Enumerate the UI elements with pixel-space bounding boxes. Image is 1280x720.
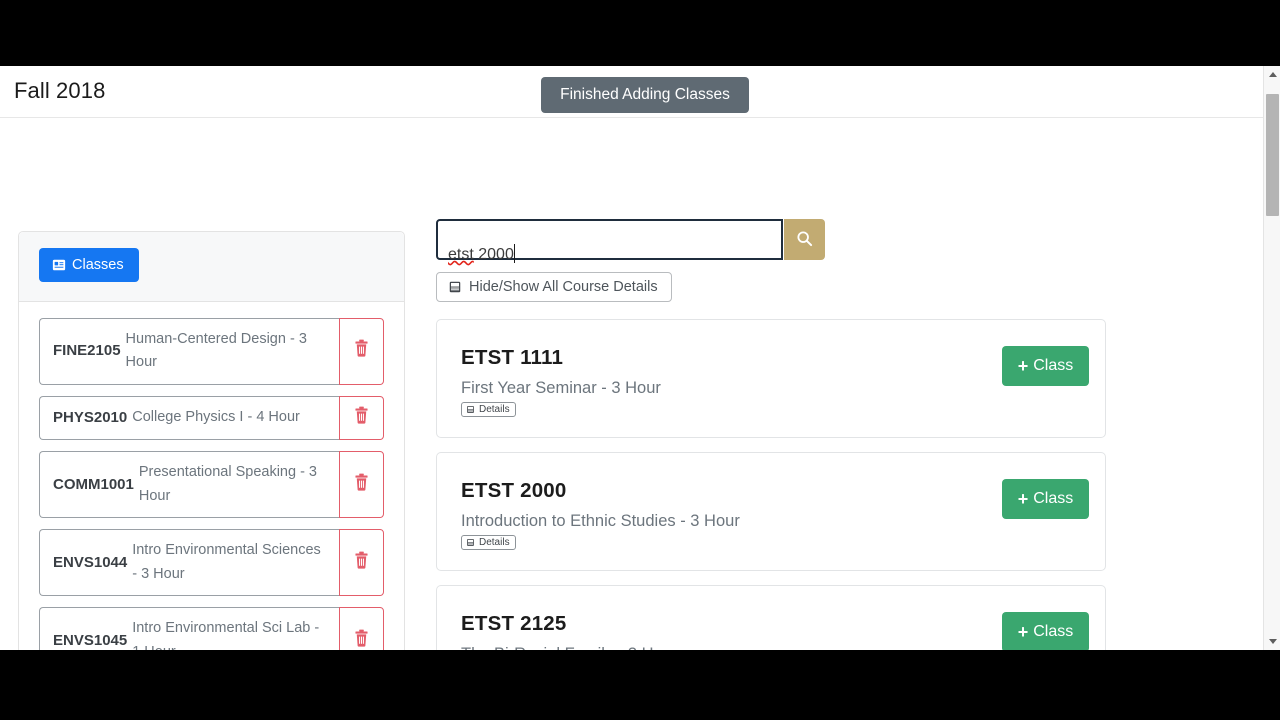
book-icon — [466, 538, 475, 547]
plus-icon: + — [1017, 622, 1029, 642]
delete-class-button[interactable] — [339, 451, 384, 519]
trash-icon — [353, 551, 370, 575]
app-header: Fall 2018 Finished Adding Classes — [0, 66, 1263, 118]
plus-icon: + — [1017, 489, 1029, 509]
enrolled-class-code: ENVS1044 — [53, 553, 128, 571]
book-icon — [448, 280, 462, 294]
enrolled-class-list: FINE2105 Human-Centered Design - 3 Hour PH… — [19, 302, 404, 650]
id-card-icon — [52, 258, 66, 272]
enrolled-class-code: FINE2105 — [53, 342, 121, 360]
add-class-label: Class — [1033, 623, 1074, 640]
course-details-button[interactable]: Details — [461, 402, 516, 417]
enrolled-class-title: Presentational Speaking - 3 Hour — [138, 464, 318, 504]
delete-class-button[interactable] — [339, 607, 384, 650]
add-class-button[interactable]: + Class — [1002, 346, 1089, 386]
panel-header: Classes — [19, 232, 404, 302]
delete-class-button[interactable] — [339, 395, 384, 441]
enrolled-class-title: College Physics I - 4 Hour — [132, 409, 300, 426]
search-input[interactable] — [436, 219, 783, 260]
add-class-label: Class — [1033, 357, 1074, 374]
enrolled-class-code: PHYS2010 — [53, 408, 128, 426]
trash-icon — [353, 629, 370, 650]
search-icon — [796, 230, 813, 250]
add-class-button[interactable]: + Class — [1002, 612, 1089, 650]
enrolled-class-code: ENVS1045 — [53, 631, 128, 649]
search-button[interactable] — [784, 219, 825, 260]
enrolled-class-title: Intro Environmental Sci Lab - 1 Hour — [132, 620, 320, 650]
enrolled-class-info: ENVS1044 Intro Environmental Sciences - 3… — [39, 529, 339, 597]
list-item: PHYS2010 College Physics I - 4 Hour — [39, 395, 384, 441]
list-item: FINE2105 Human-Centered Design - 3 Hour — [39, 318, 384, 385]
enrolled-class-title: Intro Environmental Sciences - 3 Hour — [132, 542, 321, 582]
trash-icon — [353, 473, 370, 497]
hide-show-label: Hide/Show All Course Details — [469, 279, 658, 295]
screen-root: Fall 2018 Finished Adding Classes Classe… — [0, 0, 1280, 720]
scrollbar-down-button[interactable] — [1264, 633, 1280, 650]
course-result-card: ETST 2125The Bi-Racial Family - 3 HourDe… — [436, 585, 1106, 650]
course-result-card: ETST 2000 Introduction to Ethnic Studies … — [436, 452, 1106, 571]
list-item: ENVS1045Intro Environmental Sci Lab - 1 … — [39, 607, 384, 650]
course-search-bar — [436, 219, 827, 260]
course-details-button[interactable]: Details — [461, 535, 516, 550]
list-item: COMM1001 Presentational Speaking - 3 Hour — [39, 451, 384, 519]
sidebar-item-classes[interactable]: Classes — [39, 248, 139, 282]
enrolled-class-code: COMM1001 — [53, 475, 134, 493]
add-class-button[interactable]: + Class — [1002, 479, 1089, 519]
finished-adding-classes-button[interactable]: Finished Adding Classes — [541, 77, 749, 113]
course-result-card: ETST 1111 First Year Seminar - 3 Hour Deta… — [436, 319, 1106, 438]
course-details-label: Details — [479, 404, 510, 415]
enrolled-class-info: FINE2105 Human-Centered Design - 3 Hour — [39, 318, 339, 385]
page-scrollbar[interactable] — [1263, 66, 1280, 650]
search-and-results-column: Hide/Show All Course Details ETST 1111 Fi… — [436, 219, 1108, 650]
enrolled-classes-panel: Classes FINE2105 Human-Centered Design - … — [18, 231, 405, 650]
add-class-label: Class — [1033, 490, 1074, 507]
sidebar-item-label: Classes — [72, 257, 124, 273]
enrolled-class-info: COMM1001 Presentational Speaking - 3 Hour — [39, 451, 339, 519]
hide-show-course-details-button[interactable]: Hide/Show All Course Details — [436, 272, 672, 302]
enrolled-class-title: Human-Centered Design - 3 Hour — [125, 331, 307, 371]
course-results-list: ETST 1111 First Year Seminar - 3 Hour Deta… — [436, 319, 1108, 650]
page-title: Fall 2018 — [14, 78, 106, 103]
book-icon — [466, 405, 475, 414]
delete-class-button[interactable] — [339, 529, 384, 597]
course-details-label: Details — [479, 537, 510, 548]
letterbox-bottom — [0, 650, 1280, 720]
enrolled-class-info: ENVS1045Intro Environmental Sci Lab - 1 … — [39, 607, 339, 650]
chevron-down-icon — [1268, 639, 1277, 644]
trash-icon — [353, 406, 370, 430]
trash-icon — [353, 339, 370, 363]
browser-viewport: Fall 2018 Finished Adding Classes Classe… — [0, 66, 1280, 650]
content-area: Classes FINE2105 Human-Centered Design - … — [0, 119, 1263, 650]
enrolled-class-info: PHYS2010 College Physics I - 4 Hour — [39, 395, 339, 441]
letterbox-top — [0, 0, 1280, 66]
scrollbar-up-button[interactable] — [1264, 66, 1280, 83]
chevron-up-icon — [1268, 72, 1277, 77]
delete-class-button[interactable] — [339, 318, 384, 385]
scrollbar-thumb[interactable] — [1266, 94, 1279, 216]
list-item: ENVS1044 Intro Environmental Sciences - 3… — [39, 529, 384, 597]
plus-icon: + — [1017, 356, 1029, 376]
